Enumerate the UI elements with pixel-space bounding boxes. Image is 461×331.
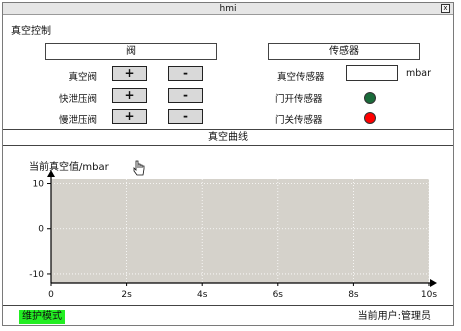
- vacuum-curve-chart: 当前真空值/mbar 0 2s 4s 6s 8s 10s 10 0 -10: [29, 160, 437, 300]
- x-tick-label: 2s: [121, 290, 132, 300]
- y-tick-label: 10: [33, 180, 45, 190]
- x-axis-arrow-icon: [430, 279, 437, 287]
- y-tick-label: -10: [29, 270, 44, 280]
- status-bar-divider: [3, 305, 453, 306]
- hmi-window: hmi x 真空控制 阀 传感器 真空阀 + - 快泄压阀 + - 慢泄压阀 +…: [2, 2, 454, 326]
- y-tick-label: 0: [38, 225, 44, 235]
- maintenance-mode-badge: 维护模式: [19, 310, 65, 324]
- x-tick-label: 6s: [273, 290, 284, 300]
- chart-y-axis-label: 当前真空值/mbar: [29, 160, 110, 173]
- current-user-label: 当前用户:管理员: [357, 311, 431, 322]
- x-tick-label: 4s: [197, 290, 208, 300]
- x-tick-label: 0: [48, 290, 54, 300]
- chart-plot-area: [51, 179, 429, 283]
- x-tick-label: 10s: [421, 290, 437, 300]
- x-tick-label: 8s: [348, 290, 359, 300]
- chart-y-ticks: 10 0 -10: [29, 180, 51, 280]
- chart-x-ticks: 0 2s 4s 6s 8s 10s: [48, 283, 437, 300]
- hand-cursor-icon: [133, 160, 145, 176]
